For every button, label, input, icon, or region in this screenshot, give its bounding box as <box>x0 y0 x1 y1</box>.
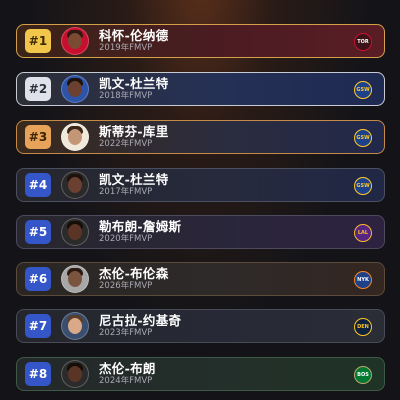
player-name: 斯蒂芬-库里 <box>99 124 169 139</box>
team-logo-icon: TOR <box>354 33 372 51</box>
player-avatar <box>61 27 89 55</box>
ranking-row-3[interactable]: #3 斯蒂芬-库里 2022年FMVP GSW <box>16 120 385 154</box>
ranking-row-2[interactable]: #2 凯文-杜兰特 2018年FMVP GSW <box>16 72 385 106</box>
fmvp-season: 2024年FMVP <box>99 376 153 386</box>
player-name: 杰伦-布伦森 <box>99 266 169 281</box>
team-logo-icon: GSW <box>354 177 372 195</box>
player-name: 勒布朗-詹姆斯 <box>99 219 182 234</box>
rank-badge: #3 <box>25 125 51 149</box>
player-name: 凯文-杜兰特 <box>99 76 169 91</box>
rank-badge: #1 <box>25 29 51 53</box>
fmvp-season: 2017年FMVP <box>99 187 153 197</box>
rank-badge: #5 <box>25 220 51 244</box>
team-logo-icon: BOS <box>354 366 372 384</box>
player-avatar <box>61 75 89 103</box>
team-logo-icon: LAL <box>354 224 372 242</box>
rank-badge: #7 <box>25 314 51 338</box>
player-avatar <box>61 265 89 293</box>
player-name: 杰伦-布朗 <box>99 361 156 376</box>
ranking-row-1[interactable]: #1 科怀-伦纳德 2019年FMVP TOR <box>16 24 385 58</box>
fmvp-season: 2022年FMVP <box>99 139 153 149</box>
fmvp-season: 2020年FMVP <box>99 234 153 244</box>
rank-badge: #2 <box>25 77 51 101</box>
player-avatar <box>61 312 89 340</box>
team-logo-icon: NYK <box>354 271 372 289</box>
team-logo-icon: DEN <box>354 318 372 336</box>
ranking-row-8[interactable]: #8 杰伦-布朗 2024年FMVP BOS <box>16 357 385 391</box>
player-avatar <box>61 171 89 199</box>
fmvp-season: 2023年FMVP <box>99 328 153 338</box>
team-logo-icon: GSW <box>354 81 372 99</box>
ranking-row-5[interactable]: #5 勒布朗-詹姆斯 2020年FMVP LAL <box>16 215 385 249</box>
player-avatar <box>61 218 89 246</box>
ranking-row-6[interactable]: #6 杰伦-布伦森 2026年FMVP NYK <box>16 262 385 296</box>
fmvp-season: 2019年FMVP <box>99 43 153 53</box>
fmvp-season: 2026年FMVP <box>99 281 153 291</box>
player-name: 凯文-杜兰特 <box>99 172 169 187</box>
player-name: 科怀-伦纳德 <box>99 28 169 43</box>
player-avatar <box>61 123 89 151</box>
player-name: 尼古拉-约基奇 <box>99 313 182 328</box>
player-avatar <box>61 360 89 388</box>
rank-badge: #8 <box>25 362 51 386</box>
fmvp-season: 2018年FMVP <box>99 91 153 101</box>
ranking-row-7[interactable]: #7 尼古拉-约基奇 2023年FMVP DEN <box>16 309 385 343</box>
rank-badge: #6 <box>25 267 51 291</box>
rank-badge: #4 <box>25 173 51 197</box>
team-logo-icon: GSW <box>354 129 372 147</box>
ranking-row-4[interactable]: #4 凯文-杜兰特 2017年FMVP GSW <box>16 168 385 202</box>
